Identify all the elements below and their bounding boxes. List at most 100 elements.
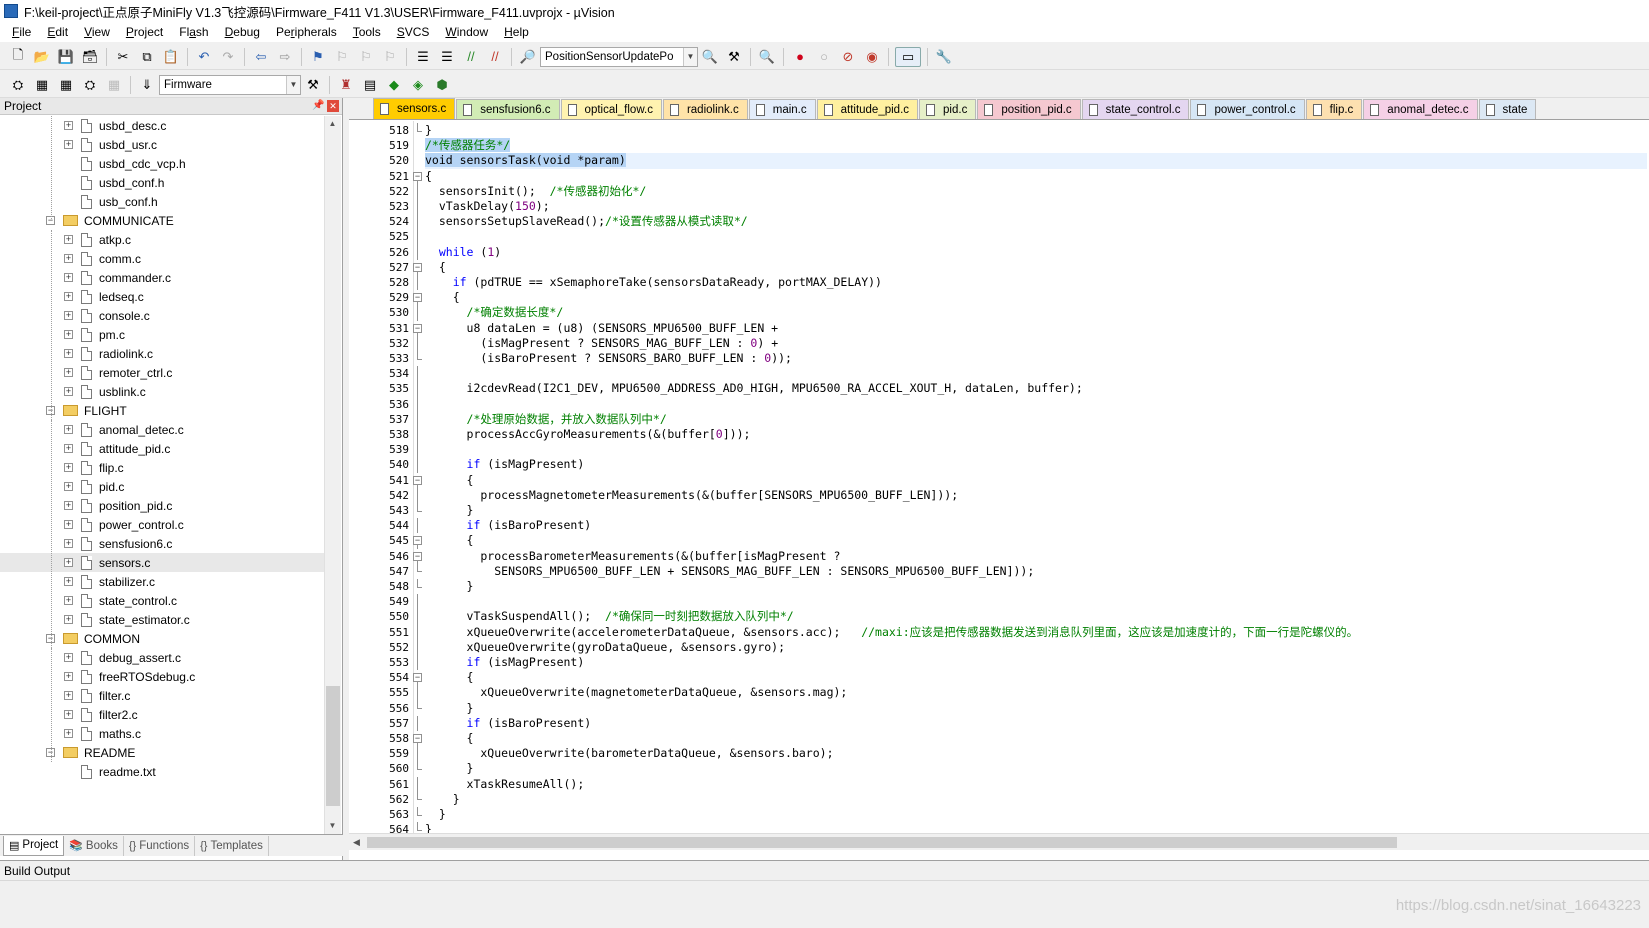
tree-file[interactable]: + sensors.c: [0, 553, 324, 572]
code-line[interactable]: processMagnetometerMeasurements(&(buffer…: [425, 488, 958, 503]
editor-tab[interactable]: optical_flow.c: [560, 99, 662, 119]
paste-icon[interactable]: 📋: [161, 47, 181, 67]
expand-icon[interactable]: +: [64, 425, 73, 434]
expand-icon[interactable]: +: [64, 387, 73, 396]
editor-tab[interactable]: power_control.c: [1190, 99, 1305, 119]
manage-project-items-icon[interactable]: ♜: [336, 75, 356, 95]
tree-file[interactable]: + filter2.c: [0, 705, 138, 724]
bookmark-prev-icon[interactable]: ⚐: [332, 47, 352, 67]
tree-folder[interactable]: − FLIGHT: [0, 401, 127, 420]
editor-tab[interactable]: sensors.c: [373, 98, 456, 119]
expand-icon[interactable]: +: [64, 482, 73, 491]
expand-icon[interactable]: +: [64, 577, 73, 586]
incremental-find-icon[interactable]: 🔍: [700, 47, 720, 67]
find-in-files-icon[interactable]: 🔎: [518, 47, 538, 67]
menu-item[interactable]: Debug: [217, 25, 268, 39]
code-line[interactable]: void sensorsTask(void *param): [425, 153, 1647, 169]
code-line[interactable]: {: [425, 670, 474, 685]
fold-collapse-icon[interactable]: −: [413, 551, 422, 561]
tree-file[interactable]: + debug_assert.c: [0, 648, 181, 667]
code-line[interactable]: i2cdevRead(I2C1_DEV, MPU6500_ADDRESS_AD0…: [425, 381, 1083, 396]
scroll-thumb[interactable]: [326, 686, 340, 806]
expand-icon[interactable]: +: [64, 520, 73, 529]
code-line[interactable]: (isBaroPresent ? SENSORS_BARO_BUFF_LEN :…: [425, 351, 792, 366]
tree-folder[interactable]: − README: [0, 743, 135, 762]
editor-tab[interactable]: flip.c: [1305, 99, 1363, 119]
code-line[interactable]: if (isBaroPresent): [425, 518, 592, 533]
undo-icon[interactable]: ↶: [194, 47, 214, 67]
tree-file[interactable]: usbd_conf.h: [0, 173, 164, 192]
code-line[interactable]: processAccGyroMeasurements(&(buffer[0]))…: [425, 427, 751, 442]
unindent-icon[interactable]: ☰: [437, 47, 457, 67]
editor-tab[interactable]: radiolink.c: [662, 99, 748, 119]
scroll-down-icon[interactable]: ▼: [325, 818, 340, 834]
scroll-up-icon[interactable]: ▲: [325, 116, 340, 132]
expand-icon[interactable]: +: [64, 539, 73, 548]
manage-multi-project-icon[interactable]: ▤: [360, 75, 380, 95]
menu-item[interactable]: Window: [437, 25, 496, 39]
comment-icon[interactable]: //: [461, 47, 481, 67]
code-line[interactable]: xQueueOverwrite(gyroDataQueue, &sensors.…: [425, 640, 786, 655]
menu-item[interactable]: Help: [496, 25, 537, 39]
tools-wrench-icon[interactable]: 🔧: [934, 47, 954, 67]
code-line[interactable]: {: [425, 473, 474, 488]
panel-tab-books[interactable]: 📚 Books: [64, 835, 124, 856]
tree-file[interactable]: + comm.c: [0, 249, 141, 268]
code-line[interactable]: {: [425, 260, 446, 275]
editor-tab[interactable]: pid.c: [919, 99, 977, 119]
fold-collapse-icon[interactable]: −: [413, 536, 422, 546]
code-line[interactable]: xQueueOverwrite(accelerometerDataQueue, …: [425, 625, 1359, 640]
editor-tab[interactable]: main.c: [748, 99, 816, 119]
editor-tab[interactable]: state: [1478, 99, 1537, 119]
debug-session-icon[interactable]: 🔍: [757, 47, 777, 67]
menu-item[interactable]: File: [4, 25, 39, 39]
code-line[interactable]: }: [425, 503, 474, 518]
menu-item[interactable]: Project: [118, 25, 171, 39]
code-line[interactable]: processBarometerMeasurements(&(buffer[is…: [425, 549, 840, 564]
menu-item[interactable]: Tools: [345, 25, 389, 39]
bookmark-next-icon[interactable]: ⚐: [356, 47, 376, 67]
uncomment-icon[interactable]: //: [485, 47, 505, 67]
tree-file[interactable]: + freeRTOSdebug.c: [0, 667, 195, 686]
tree-file[interactable]: + usblink.c: [0, 382, 146, 401]
code-line[interactable]: if (isBaroPresent): [425, 716, 592, 731]
save-icon[interactable]: 💾: [56, 47, 76, 67]
expand-icon[interactable]: +: [64, 235, 73, 244]
expand-icon[interactable]: +: [64, 121, 73, 130]
code-line[interactable]: sensorsInit(); /*传感器初始化*/: [425, 184, 646, 199]
redo-icon[interactable]: ↷: [218, 47, 238, 67]
editor-tab[interactable]: position_pid.c: [977, 99, 1081, 119]
tree-file[interactable]: + power_control.c: [0, 515, 184, 534]
tree-file[interactable]: + flip.c: [0, 458, 124, 477]
tree-file[interactable]: + attitude_pid.c: [0, 439, 170, 458]
code-line[interactable]: {: [425, 290, 460, 305]
expand-icon[interactable]: +: [64, 254, 73, 263]
tree-file[interactable]: usbd_cdc_vcp.h: [0, 154, 186, 173]
batch-build-icon[interactable]: ⛭: [80, 75, 100, 95]
scroll-left-icon[interactable]: ◀: [353, 834, 360, 851]
menu-item[interactable]: Edit: [39, 25, 76, 39]
download-icon[interactable]: ⇓: [137, 75, 157, 95]
run-time-environment-icon[interactable]: ◈: [408, 75, 428, 95]
tree-folder[interactable]: − COMMON: [0, 629, 140, 648]
expand-icon[interactable]: +: [64, 292, 73, 301]
stop-build-icon[interactable]: ▦: [104, 75, 124, 95]
cut-icon[interactable]: ✂: [113, 47, 133, 67]
code-line[interactable]: }: [425, 792, 460, 807]
copy-icon[interactable]: ⧉: [137, 47, 157, 67]
editor-tab[interactable]: state_control.c: [1081, 99, 1190, 119]
expand-icon[interactable]: +: [64, 463, 73, 472]
expand-icon[interactable]: +: [64, 444, 73, 453]
indent-icon[interactable]: ☰: [413, 47, 433, 67]
tree-file[interactable]: + console.c: [0, 306, 150, 325]
fold-collapse-icon[interactable]: −: [413, 475, 422, 485]
build-output-label[interactable]: Build Output: [4, 864, 70, 878]
expand-icon[interactable]: +: [64, 349, 73, 358]
tree-file[interactable]: + state_control.c: [0, 591, 177, 610]
find-combo[interactable]: PositionSensorUpdatePo ▼: [540, 46, 698, 67]
nav-forward-icon[interactable]: ⇨: [275, 47, 295, 67]
horizontal-scrollbar[interactable]: ◀: [349, 833, 1649, 850]
target-options-icon[interactable]: ⚒: [303, 75, 323, 95]
editor-tab[interactable]: anomal_detec.c: [1363, 99, 1478, 119]
expand-icon[interactable]: +: [64, 140, 73, 149]
